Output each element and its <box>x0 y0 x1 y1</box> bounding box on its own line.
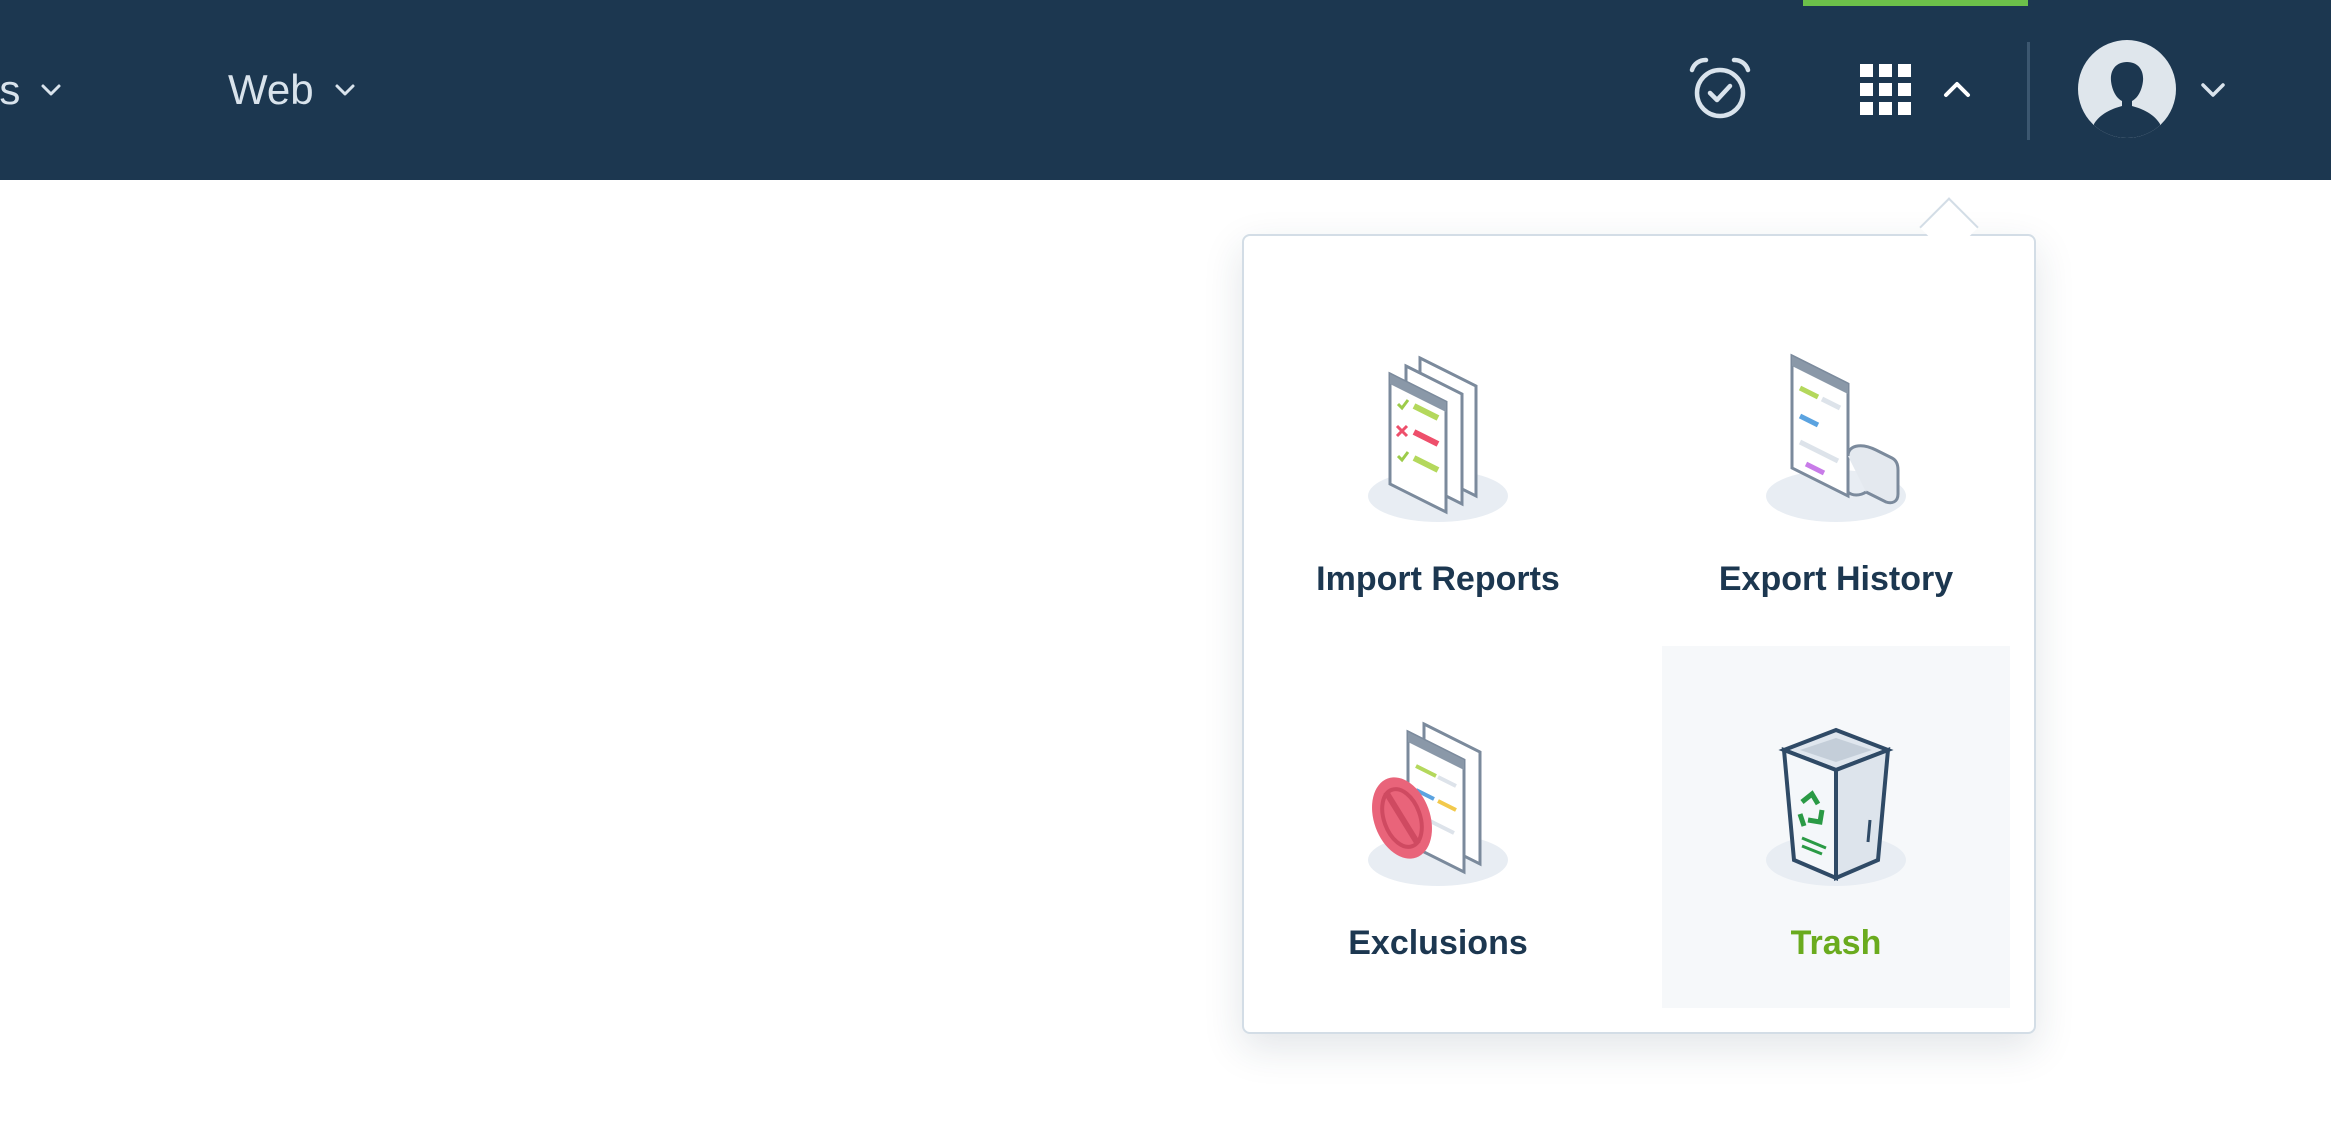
header-divider <box>2027 42 2030 140</box>
export-history-icon <box>1766 353 1906 522</box>
nav-menu-partial-label: ls <box>0 66 21 113</box>
avatar[interactable] <box>2078 40 2176 138</box>
nav-menu-partial[interactable]: ls <box>0 58 62 122</box>
menu-item-label: Export History <box>1718 560 1954 598</box>
active-tab-indicator <box>1803 0 2028 6</box>
menu-item-import-reports[interactable]: Import Reports <box>1264 282 1612 644</box>
exclusions-icon <box>1368 721 1508 886</box>
chevron-down-icon <box>41 84 61 96</box>
chevron-up-icon[interactable] <box>1940 76 1974 104</box>
grid-menu-icon[interactable] <box>1858 62 1914 118</box>
menu-item-label: Trash <box>1790 924 1882 962</box>
chevron-down-icon <box>335 84 355 96</box>
top-nav-bar: ls Web <box>0 0 2331 180</box>
chevron-down-icon[interactable] <box>2196 76 2230 104</box>
menu-item-label: Import Reports <box>1316 560 1560 598</box>
nav-menu-web[interactable]: Web <box>228 58 356 122</box>
nav-menu-web-label: Web <box>228 66 314 113</box>
menu-item-exclusions[interactable]: Exclusions <box>1264 646 1612 1008</box>
menu-item-label: Exclusions <box>1348 924 1528 962</box>
import-reports-icon <box>1368 355 1508 522</box>
menu-item-trash[interactable]: Trash <box>1662 646 2010 1008</box>
user-silhouette-icon <box>2094 62 2160 138</box>
trash-icon <box>1766 727 1906 886</box>
menu-item-export-history[interactable]: Export History <box>1662 282 2010 644</box>
alarm-check-icon[interactable] <box>1686 56 1754 124</box>
